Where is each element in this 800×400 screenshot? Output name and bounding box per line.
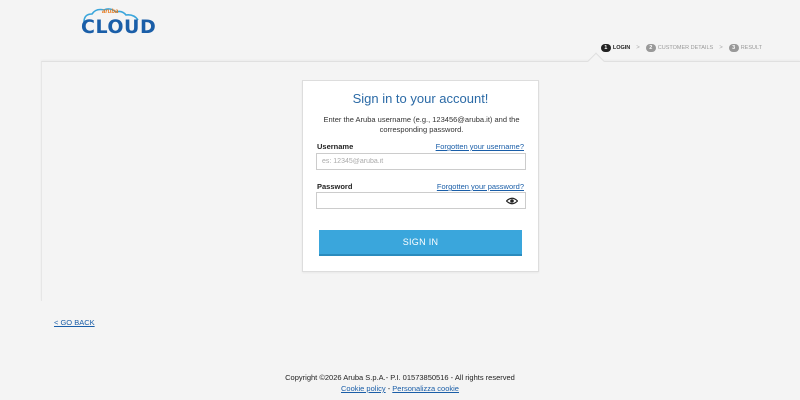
login-card: Sign in to your account! Enter the Aruba… [302, 80, 539, 272]
forgot-username-link[interactable]: Forgotten your username? [436, 142, 524, 151]
footer-links: Cookie policy - Personalizza cookie [0, 383, 800, 394]
logo-text: CLOUD [81, 16, 157, 38]
card-description: Enter the Aruba username (e.g., 123456@a… [323, 115, 520, 134]
card-title: Sign in to your account! [352, 91, 489, 106]
step-login: 1 LOGIN [600, 44, 631, 52]
step-label: LOGIN [612, 45, 631, 51]
show-password-button[interactable] [499, 192, 526, 209]
chevron-right-icon: > [719, 45, 723, 51]
password-label: Password [317, 182, 353, 191]
step-label: RESULT [740, 45, 762, 51]
progress-steps: 1 LOGIN > 2 CUSTOMER DETAILS > 3 RESULT [600, 44, 762, 52]
aruba-cloud-logo[interactable]: aruba CLOUD [78, 8, 156, 38]
sign-in-button[interactable]: SIGN IN [319, 230, 522, 254]
step-number: 1 [600, 44, 611, 52]
copyright-text: Copyright ©2026 Aruba S.p.A.- P.I. 01573… [285, 373, 515, 382]
step-number: 2 [645, 44, 656, 52]
step-number: 3 [728, 44, 739, 52]
forgot-password-link[interactable]: Forgotten your password? [437, 182, 524, 191]
chevron-right-icon: > [636, 45, 640, 51]
cookie-settings-link[interactable]: Personalizza cookie [392, 384, 459, 393]
cookie-policy-link[interactable]: Cookie policy [341, 384, 386, 393]
logo-tag: aruba [102, 9, 119, 15]
password-input[interactable] [316, 192, 500, 209]
step-result: 3 RESULT [728, 44, 762, 52]
step-label: CUSTOMER DETAILS [657, 45, 714, 51]
eye-icon [506, 197, 518, 204]
step-customer-details: 2 CUSTOMER DETAILS [645, 44, 714, 52]
go-back-link[interactable]: < GO BACK [54, 318, 95, 327]
username-label: Username [317, 142, 354, 151]
username-input[interactable] [316, 153, 526, 170]
footer: Copyright ©2026 Aruba S.p.A.- P.I. 01573… [0, 372, 800, 394]
